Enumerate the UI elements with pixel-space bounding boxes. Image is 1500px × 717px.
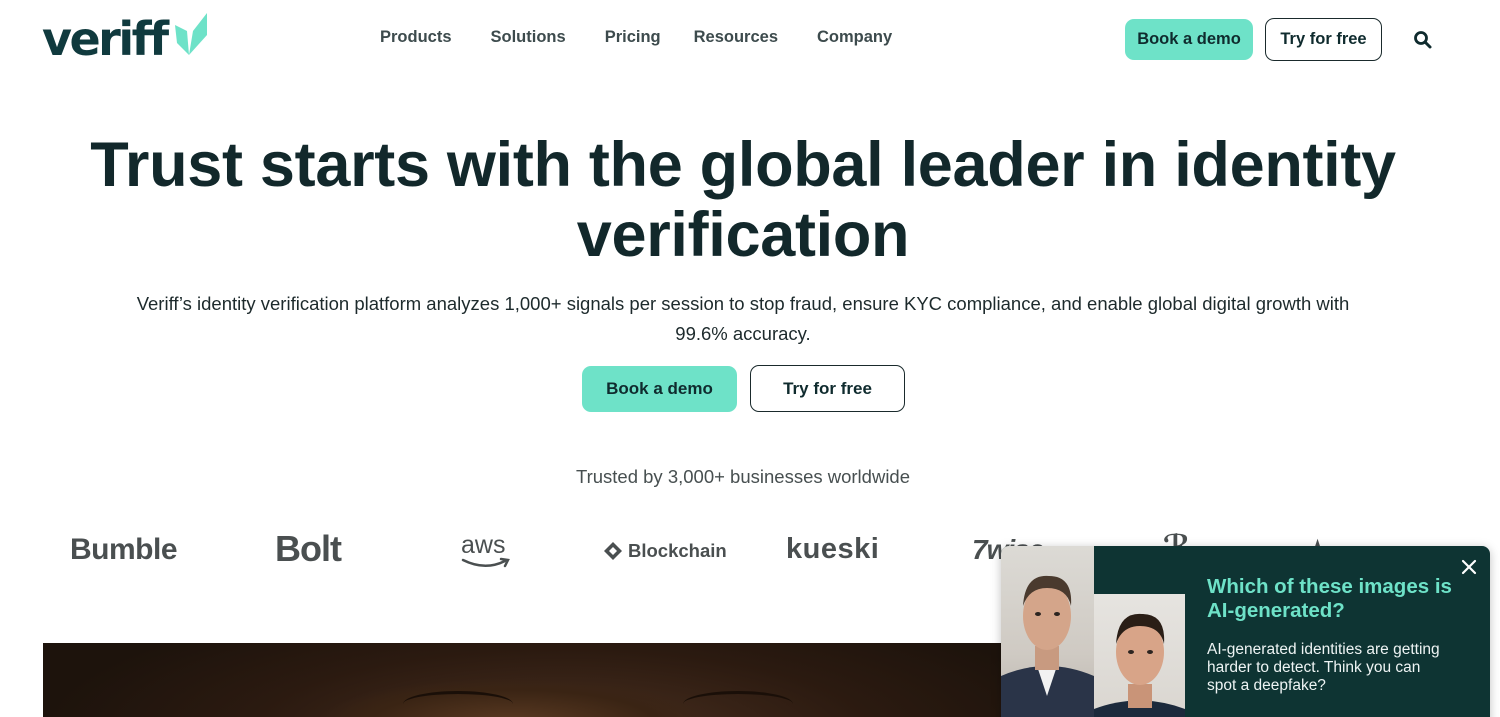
- veriff-logo[interactable]: veriff: [42, 12, 209, 66]
- aws-smile-icon: [461, 557, 510, 568]
- blockchain-logo: Blockchain: [603, 540, 727, 562]
- popup-title: Which of these images is AI-generated?: [1207, 575, 1452, 622]
- blockchain-diamond-icon: [604, 542, 622, 560]
- hero-subtitle: Veriff’s identity verification platform …: [136, 293, 1350, 344]
- portrait-image-1[interactable]: [1001, 546, 1094, 717]
- wise-flag-icon: 7: [972, 534, 988, 565]
- photo-eye-left: [403, 691, 513, 717]
- header-book-demo-button[interactable]: Book a demo: [1125, 19, 1253, 60]
- nav-item-solutions[interactable]: Solutions: [491, 28, 566, 47]
- hero-title: Trust starts with the global leader in i…: [90, 130, 1396, 270]
- hero-book-demo-button[interactable]: Book a demo: [582, 366, 737, 412]
- close-icon[interactable]: [1460, 558, 1478, 576]
- hero-try-free-button[interactable]: Try for free: [750, 365, 905, 412]
- leaf-logo-icon: [174, 13, 207, 55]
- site-header: veriff Products Solutions Pricing Resour…: [0, 0, 1500, 80]
- bumble-logo: Bumble: [70, 533, 178, 566]
- portrait-image-2[interactable]: [1094, 594, 1185, 717]
- popup-body: AI-generated identities are getting hard…: [1207, 641, 1440, 694]
- hero-photo: [43, 643, 1043, 717]
- portrait-2-illustration: [1094, 613, 1185, 717]
- main-nav: Products Solutions Pricing Resources Com…: [380, 28, 892, 47]
- trusted-by-text: Trusted by 3,000+ businesses worldwide: [575, 466, 911, 487]
- bolt-logo: Bolt: [275, 528, 342, 569]
- portrait-1-illustration: [1001, 575, 1094, 717]
- deepfake-quiz-popup[interactable]: Which of these images is AI-generated? A…: [1001, 546, 1490, 717]
- header-try-free-button[interactable]: Try for free: [1265, 18, 1382, 61]
- nav-item-pricing[interactable]: Pricing: [605, 28, 661, 47]
- nav-item-resources[interactable]: Resources: [694, 28, 778, 47]
- logo-wordmark: veriff: [42, 12, 169, 66]
- nav-item-company[interactable]: Company: [817, 28, 892, 47]
- aws-logo: aws: [461, 531, 506, 559]
- blockchain-wordmark: Blockchain: [628, 540, 727, 561]
- photo-eye-right: [683, 691, 793, 717]
- kueski-logo: kueski: [786, 533, 880, 565]
- nav-item-products[interactable]: Products: [380, 28, 452, 47]
- search-icon[interactable]: [1413, 30, 1433, 50]
